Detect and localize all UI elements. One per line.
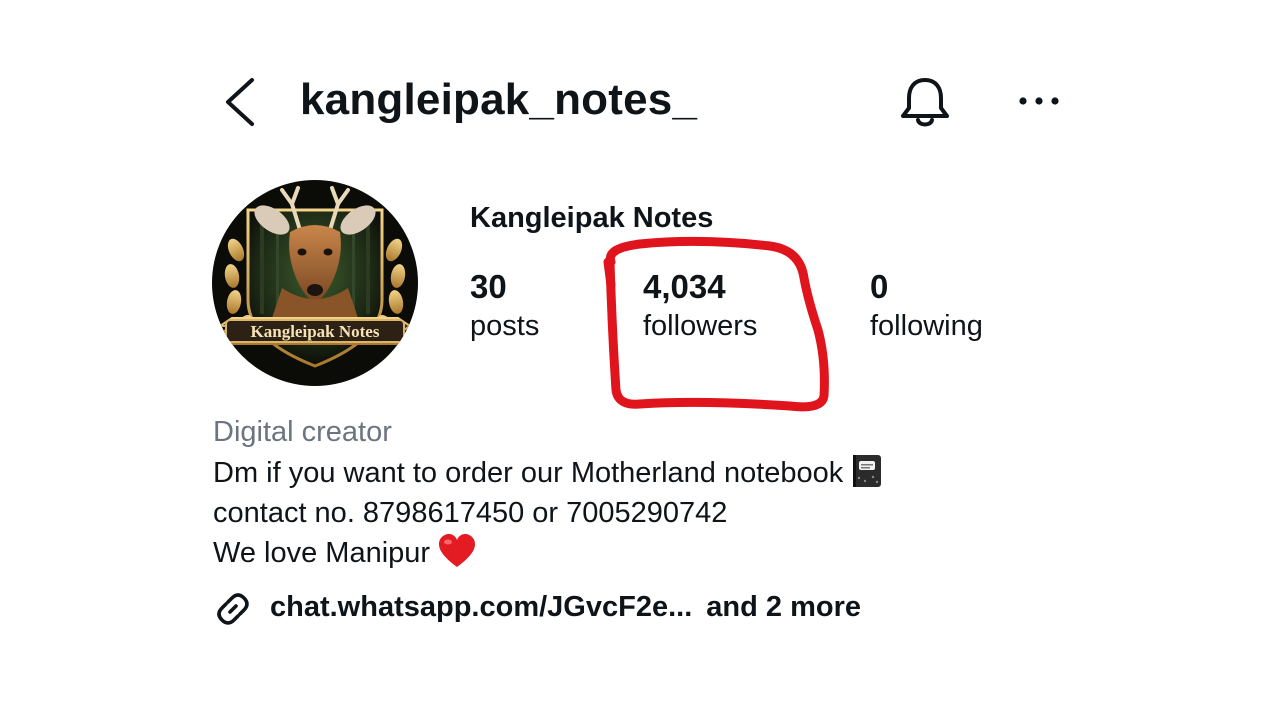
followers-count[interactable]: 4,034 followers [643, 266, 757, 344]
notifications-button[interactable] [896, 72, 954, 132]
back-button[interactable] [218, 74, 266, 130]
bio-line-3-text: We love Manipur [213, 537, 431, 569]
bio-link-text: chat.whatsapp.com/JGvcF2e... and 2 more [270, 588, 861, 626]
following-label: following [870, 310, 983, 342]
followers-label: followers [643, 310, 758, 342]
profile-username: kangleipak_notes_ [300, 75, 698, 124]
posts-value: 30 [470, 268, 507, 305]
bio-line-1: Dm if you want to order our Motherland n… [213, 454, 883, 492]
red-heart-icon [439, 534, 476, 567]
posts-count[interactable]: 30 posts [470, 266, 539, 344]
bio-link-more[interactable]: and 2 more [706, 591, 861, 623]
bio-line-2: contact no. 8798617450 or 7005290742 [213, 497, 728, 529]
more-horizontal-icon [1019, 97, 1059, 105]
bio-link-url[interactable]: chat.whatsapp.com/JGvcF2e... [270, 591, 692, 623]
link-icon [217, 593, 249, 625]
notebook-icon [853, 455, 882, 487]
bio-line-1-text: Dm if you want to order our Motherland n… [213, 457, 844, 489]
profile-avatar[interactable]: Kangleipak Notes [212, 180, 418, 386]
profile-page: kangleipak_notes_ Kangleipak Notes Kangl… [0, 0, 1280, 720]
more-options-button[interactable] [1014, 86, 1064, 116]
followers-value: 4,034 [643, 268, 726, 305]
posts-label: posts [470, 310, 540, 342]
deer-logo-image: Kangleipak Notes [212, 180, 418, 386]
following-count[interactable]: 0 following [870, 266, 983, 344]
bio-line-3: We love Manipur [213, 534, 476, 572]
chevron-left-icon [226, 78, 254, 126]
following-value: 0 [870, 268, 889, 305]
profile-category: Digital creator [213, 416, 392, 448]
avatar-logo-text: Kangleipak Notes [251, 322, 380, 341]
profile-display-name: Kangleipak Notes [470, 202, 714, 234]
bell-icon [901, 78, 949, 127]
